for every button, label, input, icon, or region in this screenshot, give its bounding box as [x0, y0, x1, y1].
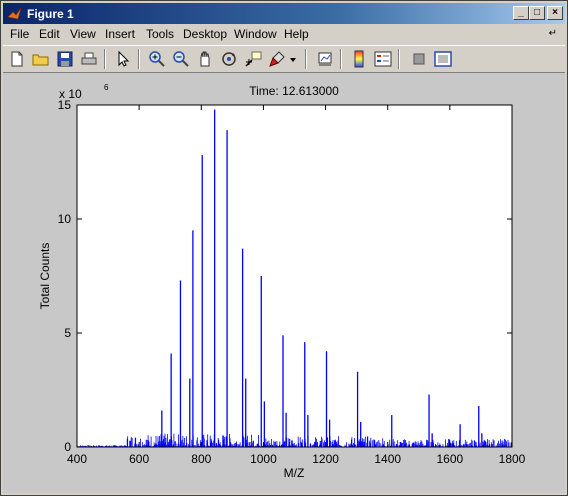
x-tick-label: 1000	[250, 452, 277, 466]
x-tick-label: 1800	[499, 452, 526, 466]
zoom-in-button[interactable]	[147, 49, 167, 69]
hide-plot-tools-button[interactable]	[409, 49, 429, 69]
zoom-out-icon	[173, 51, 189, 67]
menu-bar: File Edit View Insert Tools Desktop Wind…	[3, 25, 565, 44]
data-cursor-button[interactable]	[243, 49, 263, 69]
new-figure-button[interactable]	[7, 49, 27, 69]
menu-edit[interactable]: Edit	[39, 27, 60, 41]
title-bar[interactable]: Figure 1 _ □ ×	[3, 3, 565, 24]
y-tick-label: 10	[58, 212, 72, 226]
matlab-logo-icon	[7, 7, 22, 20]
y-tick-label: 0	[64, 440, 71, 454]
rotate-3d-button[interactable]	[219, 49, 239, 69]
figure-toolbar	[3, 45, 565, 73]
menu-window[interactable]: Window	[234, 27, 277, 41]
zoom-out-button[interactable]	[171, 49, 191, 69]
x-tick-label: 1400	[374, 452, 401, 466]
x-tick-label: 400	[67, 452, 87, 466]
pan-button[interactable]	[195, 49, 215, 69]
maximize-icon: □	[533, 7, 541, 18]
minimize-button[interactable]: _	[513, 6, 529, 20]
colorbar-button[interactable]	[349, 49, 369, 69]
print-button[interactable]	[79, 49, 99, 69]
brush-button[interactable]	[267, 49, 287, 69]
new-figure-icon	[11, 51, 23, 67]
x-axis-label: M/Z	[284, 466, 305, 480]
pointer-icon	[118, 50, 130, 67]
y-exponent-label: x 10	[59, 87, 82, 101]
chevron-down-icon	[290, 58, 296, 62]
maximize-button[interactable]: □	[529, 6, 545, 20]
show-plot-tools-icon	[434, 51, 452, 67]
menu-tools[interactable]: Tools	[146, 27, 174, 41]
brush-icon	[269, 51, 285, 67]
hide-plot-tools-icon	[413, 53, 425, 65]
toolbar-separator	[305, 49, 307, 69]
menu-file[interactable]: File	[10, 27, 29, 41]
rotate-3d-icon	[222, 52, 236, 66]
dock-arrow-icon[interactable]: ↵	[549, 28, 557, 39]
x-tick-label: 800	[191, 452, 211, 466]
menu-desktop[interactable]: Desktop	[183, 27, 227, 41]
colorbar-icon	[354, 50, 364, 68]
toolbar-separator	[138, 49, 140, 69]
toolbar-separator	[340, 49, 342, 69]
link-plot-button[interactable]	[315, 49, 335, 69]
x-tick-label: 600	[129, 452, 149, 466]
legend-button[interactable]	[373, 49, 393, 69]
close-icon: ×	[552, 7, 558, 18]
link-plot-icon	[318, 52, 332, 66]
open-file-icon	[32, 54, 49, 66]
pan-hand-icon	[200, 51, 210, 67]
y-axis-label: Total Counts	[38, 243, 52, 310]
toolbar-separator	[398, 49, 400, 69]
y-tick-label: 5	[64, 326, 71, 340]
axes-background	[77, 105, 512, 447]
chart-title: Time: 12.613000	[249, 84, 339, 98]
brush-dropdown[interactable]	[288, 49, 298, 69]
window-title: Figure 1	[27, 7, 74, 21]
legend-icon	[374, 51, 392, 67]
data-cursor-icon	[245, 51, 262, 67]
figure-window: Figure 1 _ □ × File Edit View Insert Too…	[0, 0, 568, 496]
show-plot-tools-button[interactable]	[433, 49, 453, 69]
close-button[interactable]: ×	[547, 6, 563, 20]
menu-help[interactable]: Help	[284, 27, 309, 41]
print-icon	[81, 52, 97, 65]
toolbar-separator	[104, 49, 106, 69]
minimize-icon: _	[518, 7, 524, 18]
zoom-in-icon	[149, 51, 165, 67]
menu-view[interactable]: View	[70, 27, 96, 41]
y-exponent: 6	[104, 83, 109, 92]
menu-insert[interactable]: Insert	[105, 27, 135, 41]
open-file-button[interactable]	[31, 49, 51, 69]
save-icon	[57, 51, 73, 67]
x-tick-label: 1600	[437, 452, 464, 466]
pointer-button[interactable]	[113, 49, 133, 69]
figure-canvas: 400 600 800 1000 1200 1400 1600 1800 0 5 10 15 Tim…	[3, 73, 565, 493]
save-button[interactable]	[55, 49, 75, 69]
x-tick-label: 1200	[312, 452, 339, 466]
spectrum-plot[interactable]: 400 600 800 1000 1200 1400 1600 1800 051015 Tim…	[3, 73, 565, 493]
